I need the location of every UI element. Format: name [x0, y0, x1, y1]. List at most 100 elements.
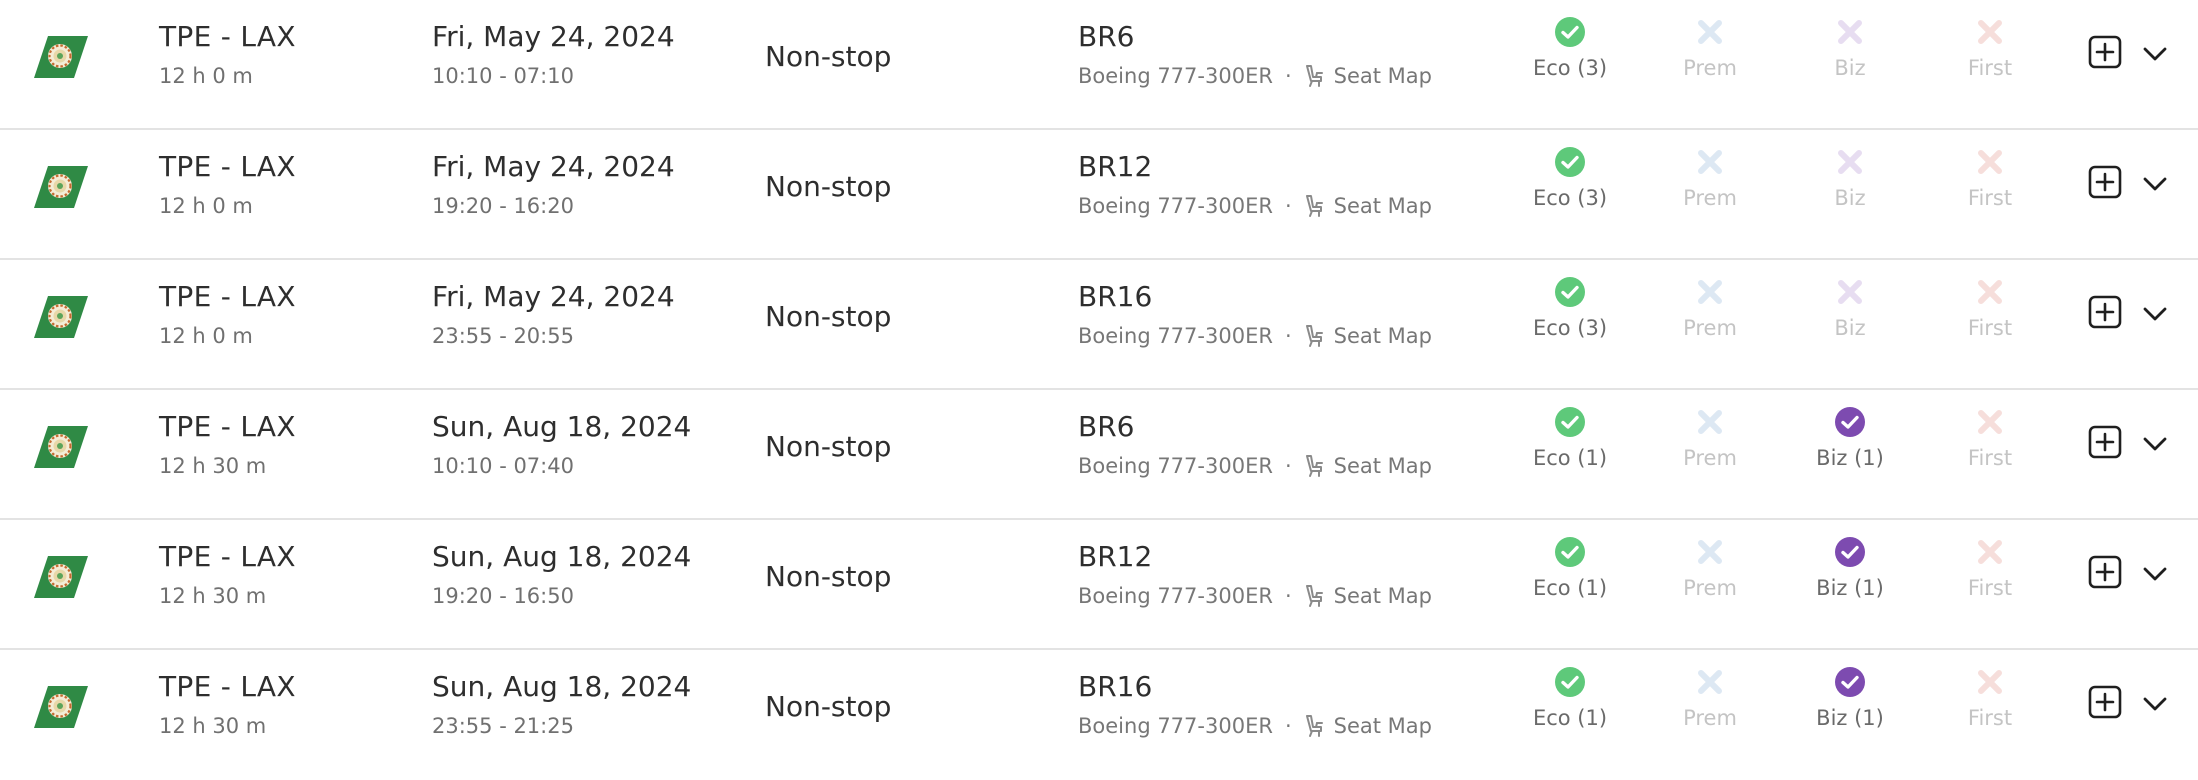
expand-details-button[interactable]: [2140, 430, 2170, 458]
seat-map-link[interactable]: Seat Map: [1334, 454, 1432, 478]
check-circle-icon: [1554, 406, 1586, 438]
stops-text: Non-stop: [765, 690, 892, 723]
check-circle-icon: [1554, 666, 1586, 698]
check-circle-icon: [1554, 276, 1586, 308]
duration-text: 12 h 30 m: [159, 454, 267, 478]
cabin-prem: Prem: [1655, 406, 1765, 470]
check-circle-icon: [1834, 406, 1866, 438]
add-flight-button[interactable]: [2088, 165, 2122, 199]
departure-arrival-times: 10:10 - 07:10: [432, 64, 574, 88]
seat-icon: [1304, 454, 1326, 478]
chevron-down-icon: [2143, 697, 2167, 711]
x-icon: [1694, 536, 1726, 568]
eva-air-tail-logo-icon: [34, 426, 88, 468]
cabin-eco: Eco (1): [1515, 666, 1625, 730]
cabin-biz: Biz (1): [1795, 666, 1905, 730]
cabin-prem-label: Prem: [1683, 56, 1737, 80]
expand-details-button[interactable]: [2140, 300, 2170, 328]
duration-text: 12 h 0 m: [159, 64, 253, 88]
plus-square-icon: [2088, 555, 2122, 589]
add-flight-button[interactable]: [2088, 295, 2122, 329]
flight-row[interactable]: TPE - LAX 12 h 0 m Fri, May 24, 2024 19:…: [0, 130, 2198, 260]
cabin-first: First: [1935, 146, 2045, 210]
cabin-eco: Eco (3): [1515, 16, 1625, 80]
eva-air-tail-logo-icon: [34, 296, 88, 338]
cabin-eco-label: Eco (3): [1532, 316, 1608, 340]
x-icon: [1974, 536, 2006, 568]
flight-row[interactable]: TPE - LAX 12 h 30 m Sun, Aug 18, 2024 23…: [0, 650, 2198, 780]
seat-icon: [1304, 194, 1326, 218]
check-circle-icon: [1554, 536, 1586, 568]
aircraft-info: Boeing 777-300ER · Seat Map: [1078, 324, 1432, 348]
flight-row[interactable]: TPE - LAX 12 h 30 m Sun, Aug 18, 2024 10…: [0, 390, 2198, 520]
flight-number: BR6: [1078, 20, 1135, 53]
cabin-eco-label: Eco (1): [1532, 706, 1608, 730]
expand-details-button[interactable]: [2140, 690, 2170, 718]
aircraft-info: Boeing 777-300ER · Seat Map: [1078, 714, 1432, 738]
x-icon: [1974, 276, 2006, 308]
plus-square-icon: [2088, 425, 2122, 459]
departure-date: Sun, Aug 18, 2024: [432, 410, 692, 443]
seat-map-link[interactable]: Seat Map: [1334, 714, 1432, 738]
cabin-biz: Biz: [1795, 276, 1905, 340]
plus-square-icon: [2088, 295, 2122, 329]
cabin-eco-label: Eco (1): [1532, 576, 1608, 600]
duration-text: 12 h 0 m: [159, 194, 253, 218]
cabin-first-label: First: [1967, 576, 2013, 600]
x-icon: [1974, 146, 2006, 178]
cabin-prem: Prem: [1655, 16, 1765, 80]
departure-arrival-times: 19:20 - 16:20: [432, 194, 574, 218]
flight-row[interactable]: TPE - LAX 12 h 30 m Sun, Aug 18, 2024 19…: [0, 520, 2198, 650]
add-flight-button[interactable]: [2088, 425, 2122, 459]
aircraft-info: Boeing 777-300ER · Seat Map: [1078, 454, 1432, 478]
departure-arrival-times: 10:10 - 07:40: [432, 454, 574, 478]
aircraft-type: Boeing 777-300ER: [1078, 584, 1273, 608]
flight-results-list: TPE - LAX 12 h 0 m Fri, May 24, 2024 10:…: [0, 0, 2198, 758]
separator-dot: ·: [1284, 714, 1292, 738]
flight-number: BR12: [1078, 540, 1153, 573]
add-flight-button[interactable]: [2088, 35, 2122, 69]
x-icon: [1834, 16, 1866, 48]
stops-text: Non-stop: [765, 560, 892, 593]
stops-text: Non-stop: [765, 300, 892, 333]
x-icon: [1694, 406, 1726, 438]
seat-map-link[interactable]: Seat Map: [1334, 324, 1432, 348]
eva-air-tail-logo-icon: [34, 556, 88, 598]
seat-map-link[interactable]: Seat Map: [1334, 584, 1432, 608]
departure-arrival-times: 23:55 - 21:25: [432, 714, 574, 738]
route-text: TPE - LAX: [159, 280, 296, 313]
stops-text: Non-stop: [765, 40, 892, 73]
expand-details-button[interactable]: [2140, 560, 2170, 588]
cabin-prem: Prem: [1655, 536, 1765, 600]
chevron-down-icon: [2143, 307, 2167, 321]
seat-map-link[interactable]: Seat Map: [1334, 64, 1432, 88]
add-flight-button[interactable]: [2088, 555, 2122, 589]
separator-dot: ·: [1284, 324, 1292, 348]
seat-map-link[interactable]: Seat Map: [1334, 194, 1432, 218]
eva-air-tail-logo-icon: [34, 36, 88, 78]
chevron-down-icon: [2143, 177, 2167, 191]
flight-row[interactable]: TPE - LAX 12 h 0 m Fri, May 24, 2024 10:…: [0, 0, 2198, 130]
cabin-prem: Prem: [1655, 276, 1765, 340]
cabin-biz: Biz: [1795, 16, 1905, 80]
x-icon: [1834, 276, 1866, 308]
route-text: TPE - LAX: [159, 540, 296, 573]
cabin-biz-label: Biz (1): [1816, 446, 1884, 470]
aircraft-type: Boeing 777-300ER: [1078, 64, 1273, 88]
expand-details-button[interactable]: [2140, 170, 2170, 198]
expand-details-button[interactable]: [2140, 40, 2170, 68]
departure-arrival-times: 19:20 - 16:50: [432, 584, 574, 608]
seat-icon: [1304, 324, 1326, 348]
flight-row[interactable]: TPE - LAX 12 h 0 m Fri, May 24, 2024 23:…: [0, 260, 2198, 390]
departure-arrival-times: 23:55 - 20:55: [432, 324, 574, 348]
cabin-first-label: First: [1967, 706, 2013, 730]
add-flight-button[interactable]: [2088, 685, 2122, 719]
cabin-biz: Biz (1): [1795, 536, 1905, 600]
separator-dot: ·: [1284, 64, 1292, 88]
cabin-eco-label: Eco (3): [1532, 186, 1608, 210]
stops-text: Non-stop: [765, 430, 892, 463]
cabin-first: First: [1935, 666, 2045, 730]
route-text: TPE - LAX: [159, 670, 296, 703]
check-circle-icon: [1834, 536, 1866, 568]
duration-text: 12 h 30 m: [159, 584, 267, 608]
